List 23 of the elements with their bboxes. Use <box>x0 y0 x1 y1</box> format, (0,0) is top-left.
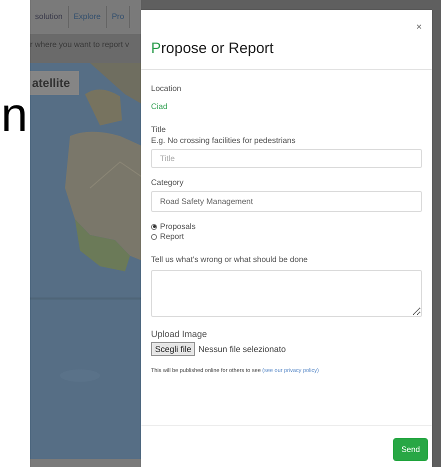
satellite-button[interactable]: atellite <box>30 71 80 95</box>
location-value: Ciad <box>151 102 168 111</box>
hint-text: E.g. No crossing facilities for pedestrians <box>151 136 297 145</box>
file-status: Nessun file selezionato <box>198 344 286 354</box>
field-label: Title <box>151 125 167 134</box>
category-select[interactable]: Road Safety Management <box>151 191 422 212</box>
dialog-title: Propose or Report <box>151 40 274 57</box>
field-label: Tell us what's wrong or what should be done <box>151 255 309 264</box>
choose-file-button[interactable]: Scegli file <box>151 342 196 356</box>
close-button[interactable]: × <box>414 20 424 35</box>
nav-tab[interactable]: Pro <box>106 6 130 28</box>
radio-button[interactable] <box>151 234 157 240</box>
field-label: Upload Image <box>151 329 208 339</box>
title-input[interactable]: Title <box>151 149 422 168</box>
field-label: Location <box>151 84 182 93</box>
nav-tab[interactable]: solution <box>30 6 69 28</box>
radio-label[interactable]: Proposals <box>160 222 196 231</box>
nav-tab[interactable]: Explore <box>68 6 107 28</box>
radio-button[interactable] <box>151 224 157 230</box>
send-button[interactable]: Send <box>393 438 428 461</box>
text-fragment: n <box>1 88 28 144</box>
radio-label[interactable]: Report <box>160 232 184 241</box>
field-label: Category <box>151 178 184 187</box>
